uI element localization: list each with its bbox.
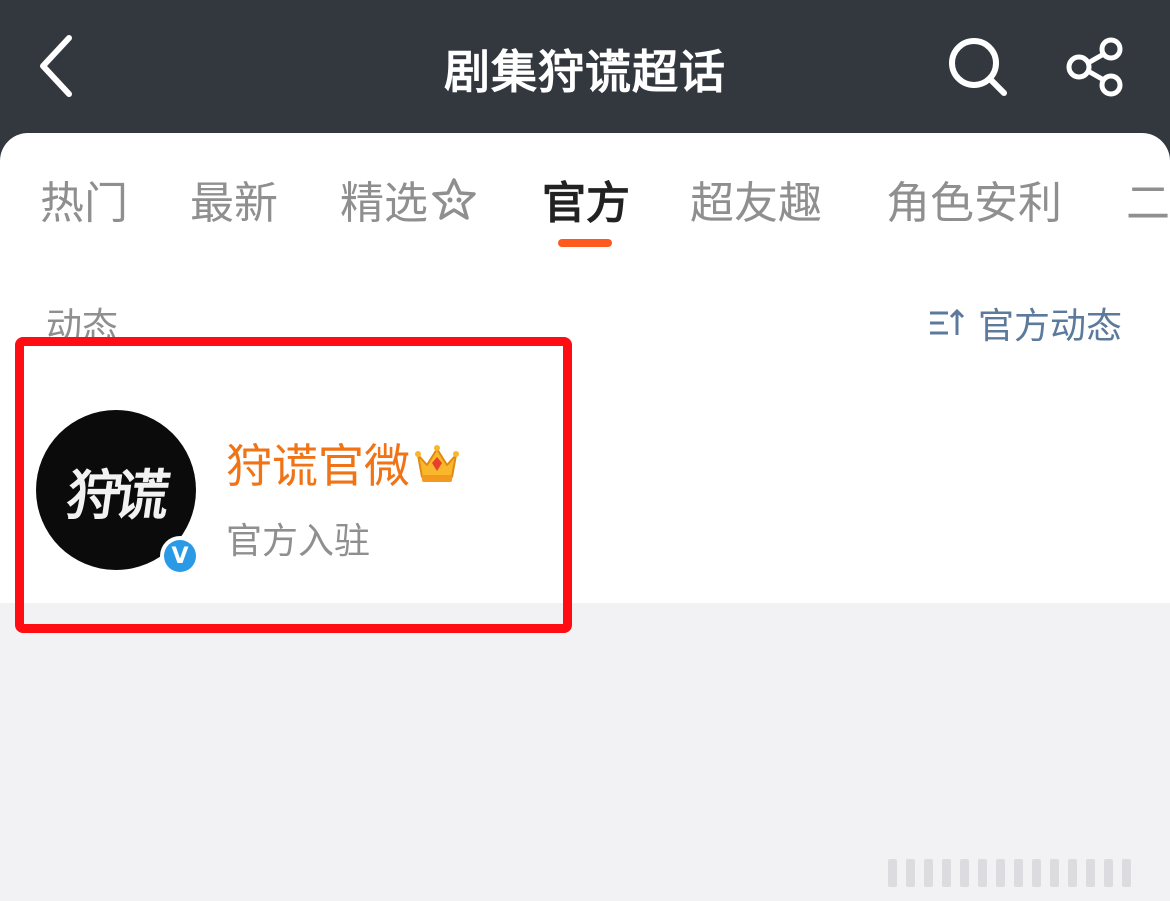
tab-official[interactable]: 官方	[542, 167, 630, 231]
official-feed-sort-button[interactable]: 官方动态	[928, 297, 1122, 349]
tab-fun[interactable]: 超友趣	[690, 167, 822, 231]
star-badge-icon	[430, 176, 478, 222]
highlight-box	[15, 337, 572, 633]
tab-character-recommend[interactable]: 角色安利	[886, 167, 1062, 231]
tab-bar: 热门 最新 精选 官方 超友趣 角色安利 二	[0, 133, 1170, 253]
tab-latest[interactable]: 最新	[190, 167, 278, 231]
share-icon	[1066, 37, 1123, 97]
tab-featured[interactable]: 精选	[340, 167, 478, 231]
watermark	[888, 856, 1158, 890]
sort-icon	[928, 307, 966, 339]
search-icon	[949, 38, 1007, 96]
active-tab-indicator	[558, 239, 612, 247]
share-button[interactable]	[1058, 30, 1134, 104]
tab-hot[interactable]: 热门	[40, 167, 128, 231]
tab-more[interactable]: 二	[1126, 167, 1170, 231]
search-button[interactable]	[938, 30, 1018, 104]
